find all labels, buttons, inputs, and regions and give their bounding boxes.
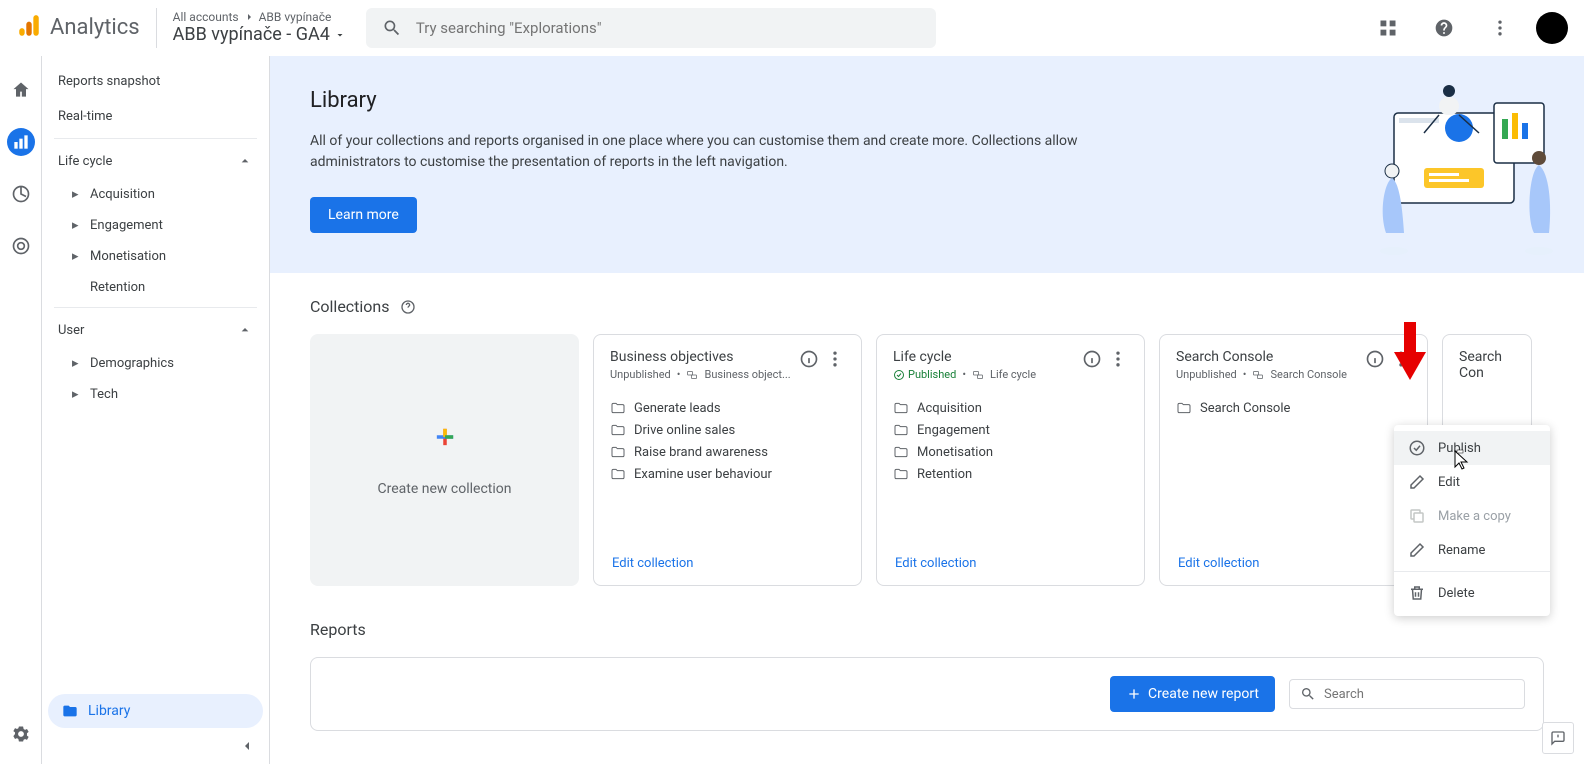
sidebar-item-engagement[interactable]: ▸Engagement: [42, 210, 269, 241]
collection-card-business-objectives: Business objectives Unpublished• Busines…: [593, 334, 862, 586]
reports-heading: Reports: [310, 620, 1544, 639]
more-vert-icon[interactable]: [1480, 8, 1520, 48]
chevron-up-icon: [237, 153, 253, 169]
folder-outline-icon: [893, 466, 909, 482]
create-report-button[interactable]: Create new report: [1110, 676, 1275, 712]
collection-card-life-cycle: Life cycle Published• Life cycle: [876, 334, 1145, 586]
property-name: ABB vypínače - GA4: [173, 24, 330, 45]
rail-ads-icon[interactable]: [7, 232, 35, 260]
info-icon[interactable]: [1082, 349, 1102, 369]
rail-home-icon[interactable]: [7, 76, 35, 104]
breadcrumb-all: All accounts: [173, 10, 239, 24]
folder-outline-icon: [1176, 400, 1192, 416]
hero-illustration: [1344, 83, 1554, 263]
collection-card-search-console: Search Console Unpublished• Search Conso…: [1159, 334, 1428, 586]
check-circle-icon: [893, 369, 905, 381]
sidebar-item-monetisation[interactable]: ▸Monetisation: [42, 241, 269, 272]
edit-collection-link[interactable]: Edit collection: [612, 556, 694, 571]
ctx-edit[interactable]: Edit: [1394, 465, 1550, 499]
rail-settings-icon[interactable]: [7, 720, 35, 748]
edit-collection-link[interactable]: Edit collection: [1178, 556, 1260, 571]
ctx-publish[interactable]: Publish: [1394, 431, 1550, 465]
info-icon[interactable]: [1365, 349, 1385, 369]
sidebar-collapse-icon[interactable]: [239, 738, 255, 758]
reports-search-input[interactable]: [1324, 687, 1514, 702]
breadcrumb-account: ABB vypínače: [259, 10, 332, 24]
folder-outline-icon: [610, 400, 626, 416]
pencil-icon: [1408, 473, 1426, 491]
info-icon[interactable]: [799, 349, 819, 369]
card-context-menu: Publish Edit Make a copy Rename Delete: [1394, 425, 1550, 616]
card-title: Business objectives: [610, 349, 799, 365]
collections-heading: Collections: [310, 297, 390, 316]
folder-outline-icon: [610, 422, 626, 438]
folder-icon: [62, 703, 78, 719]
search-icon: [382, 18, 402, 38]
card-title: Search Console: [1176, 349, 1365, 365]
learn-more-button[interactable]: Learn more: [310, 197, 417, 233]
trash-icon: [1408, 584, 1426, 602]
sidebar-reports-snapshot[interactable]: Reports snapshot: [42, 64, 269, 99]
plus-icon: [1126, 686, 1142, 702]
caret-down-icon: [334, 29, 346, 41]
create-collection-card[interactable]: Create new collection: [310, 334, 579, 586]
product-name: Analytics: [50, 15, 140, 40]
plus-icon: [431, 423, 459, 451]
edit-collection-link[interactable]: Edit collection: [895, 556, 977, 571]
page-description: All of your collections and reports orga…: [310, 131, 1170, 173]
template-icon: [1252, 369, 1264, 381]
sidebar-library[interactable]: Library: [48, 694, 263, 728]
rail-explore-icon[interactable]: [7, 180, 35, 208]
sidebar-item-acquisition[interactable]: ▸Acquisition: [42, 179, 269, 210]
ctx-copy: Make a copy: [1394, 499, 1550, 533]
sidebar-item-tech[interactable]: ▸Tech: [42, 379, 269, 410]
sidebar-item-demographics[interactable]: ▸Demographics: [42, 348, 269, 379]
sidebar-group-lifecycle[interactable]: Life cycle: [42, 143, 269, 179]
template-icon: [972, 369, 984, 381]
rail-reports-icon[interactable]: [7, 128, 35, 156]
pencil-icon: [1408, 541, 1426, 559]
sidebar-group-user[interactable]: User: [42, 312, 269, 348]
check-circle-icon: [1408, 439, 1426, 457]
search-input[interactable]: [416, 19, 920, 37]
analytics-logo-icon: [16, 13, 42, 43]
sidebar-realtime[interactable]: Real-time: [42, 99, 269, 134]
help-icon[interactable]: [1424, 8, 1464, 48]
more-vert-icon[interactable]: [1108, 349, 1128, 369]
folder-outline-icon: [893, 422, 909, 438]
help-outline-icon[interactable]: [400, 299, 416, 315]
account-selector[interactable]: All accounts ABB vypínače ABB vypínače -…: [157, 10, 346, 45]
sidebar-item-retention[interactable]: Retention: [42, 272, 269, 303]
chevron-up-icon: [237, 322, 253, 338]
card-title: Life cycle: [893, 349, 1082, 365]
more-vert-icon[interactable]: [825, 349, 845, 369]
feedback-icon[interactable]: [1542, 722, 1574, 754]
folder-outline-icon: [893, 444, 909, 460]
annotation-arrow: [1394, 322, 1426, 380]
folder-outline-icon: [893, 400, 909, 416]
chevron-right-icon: [243, 11, 255, 23]
apps-icon[interactable]: [1368, 8, 1408, 48]
folder-outline-icon: [610, 466, 626, 482]
template-icon: [686, 369, 698, 381]
search-icon: [1300, 686, 1316, 702]
reports-search[interactable]: [1289, 679, 1525, 709]
copy-icon: [1408, 507, 1426, 525]
ctx-delete[interactable]: Delete: [1394, 576, 1550, 610]
folder-outline-icon: [610, 444, 626, 460]
account-avatar[interactable]: [1536, 12, 1568, 44]
ctx-rename[interactable]: Rename: [1394, 533, 1550, 567]
global-search[interactable]: [366, 8, 936, 48]
